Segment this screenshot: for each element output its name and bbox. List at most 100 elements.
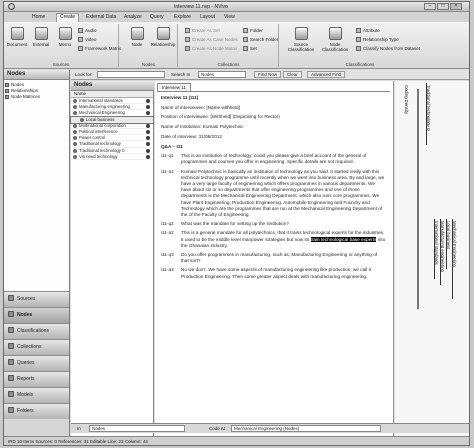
coded-marker-icon	[146, 148, 150, 153]
matrices-folder-icon	[5, 95, 9, 99]
coded-marker-icon	[146, 129, 150, 134]
audio-button[interactable]: Audio	[78, 27, 97, 34]
advanced-find-button[interactable]: Advanced Find	[307, 71, 346, 78]
tab-external-data[interactable]: External Data	[86, 14, 116, 20]
in-select[interactable]: Nodes	[89, 425, 185, 432]
qa-entry: i11-q3 Do you offer programmes in manufac…	[161, 252, 378, 264]
sources-icon	[8, 295, 14, 301]
nav-button-queries[interactable]: Queries	[4, 355, 69, 371]
qa-entry: i11-q1 This is an institution of technolo…	[161, 153, 367, 165]
interviewee-name: Name of interviewee: [Name withheld]	[161, 104, 240, 110]
qa-entry: i11-q2 What was the mandate for setting u…	[161, 221, 289, 227]
find-bar: Look for: Search In Nodes Find Now Clear…	[71, 70, 469, 80]
coded-marker-icon	[146, 136, 150, 141]
document-button[interactable]: Document	[6, 27, 28, 47]
classifications-icon	[8, 327, 14, 333]
set-icon	[243, 46, 248, 51]
relationship-type-icon	[356, 37, 361, 42]
nodes-folder-icon	[5, 83, 9, 87]
institution-name: Name of Institution: Kumasi Polytechnic	[161, 124, 244, 130]
set-button[interactable]: Set	[243, 45, 257, 52]
find-now-button[interactable]: Find Now	[254, 71, 282, 78]
external-icon	[34, 27, 48, 40]
classify-nodes-button[interactable]: Classify Nodes from Dataset	[356, 45, 420, 52]
coded-marker-icon	[146, 99, 150, 103]
create-as-set-button[interactable]: Create As Set	[185, 27, 220, 34]
tree-item-node-matrices[interactable]: Node Matrices	[5, 94, 68, 100]
nav-button-nodes[interactable]: Nodes	[4, 307, 69, 323]
interviewee-position: Position of interviewee: [Withheld] (Dep…	[161, 114, 280, 120]
nav-button-collections[interactable]: Collections	[4, 339, 69, 355]
node-matrix-icon	[185, 46, 190, 51]
nav-button-folders[interactable]: Folders	[4, 403, 69, 419]
application-menu-button[interactable]	[8, 3, 15, 10]
coding-stripe[interactable]	[426, 83, 427, 145]
minimize-button[interactable]: –	[424, 3, 436, 10]
node-icon	[73, 105, 77, 110]
video-button[interactable]: Video	[78, 36, 96, 43]
node-icon	[73, 154, 77, 159]
coding-stripes-pane: Coding Density Traditional technology 0 …	[395, 81, 469, 436]
coding-stripe[interactable]	[446, 219, 447, 269]
navigation-header: Nodes	[4, 70, 69, 80]
window-title: Interview 11.nvp - NVivo	[174, 4, 228, 10]
external-button[interactable]: External	[30, 27, 52, 47]
tab-query[interactable]: Query	[150, 14, 164, 20]
document-tab[interactable]: Interview 11	[157, 83, 191, 91]
tab-explore[interactable]: Explore	[174, 14, 191, 20]
navigation-pane: Nodes Nodes Relationships Node Matrices …	[4, 70, 70, 436]
tab-view[interactable]: View	[224, 14, 235, 20]
maximize-button[interactable]: □	[437, 3, 449, 10]
tab-analyze[interactable]: Analyze	[124, 14, 142, 20]
attribute-icon	[356, 28, 361, 33]
attribute-button[interactable]: Attribute	[356, 27, 380, 34]
node-classification-button[interactable]: Node Classification	[320, 27, 350, 52]
coded-marker-icon	[146, 142, 150, 147]
coding-stripe[interactable]	[452, 219, 453, 299]
tab-layout[interactable]: Layout	[200, 14, 215, 20]
selected-text-highlight[interactable]: train technological base experts	[310, 236, 377, 242]
nav-button-reports[interactable]: Reports	[4, 371, 69, 387]
case-nodes-icon	[185, 37, 190, 42]
nav-button-sources[interactable]: Sources	[4, 291, 69, 307]
folder-button[interactable]: Folder	[243, 27, 263, 34]
look-for-input[interactable]	[97, 71, 165, 78]
qa-entry: i11-a2 This is a general mandate for all …	[161, 230, 386, 248]
classifications-group: Source Classification Node Classificatio…	[280, 24, 440, 67]
nodes-list: International standards Manufacturing en…	[70, 98, 154, 160]
node-icon	[130, 27, 144, 40]
node-button[interactable]: Node	[126, 27, 148, 47]
list-item[interactable]: Vis need technology	[71, 154, 153, 160]
navigation-tree: Nodes Relationships Node Matrices	[4, 80, 69, 296]
document-content[interactable]: Interview 11 (I11) Name of interviewee: …	[157, 91, 390, 434]
nav-button-classifications[interactable]: Classifications	[4, 323, 69, 339]
status-bar: IRD 10 Items Sources: 0 References: 31 E…	[4, 436, 469, 445]
coded-marker-icon	[146, 105, 150, 110]
code-at-input[interactable]: Mechanical Engineering (Nodes)	[231, 425, 381, 432]
tab-home[interactable]: Home	[32, 14, 45, 20]
create-as-case-nodes-button[interactable]: Create As Case Nodes	[185, 36, 238, 43]
clear-button[interactable]: Clear	[283, 71, 302, 78]
name-column-header[interactable]: Name	[71, 91, 153, 98]
relationship-type-button[interactable]: Relationship Type	[356, 36, 399, 43]
source-classification-button[interactable]: Source Classification	[286, 27, 316, 52]
tab-create[interactable]: Create	[56, 13, 80, 22]
search-in-label: Search In	[171, 72, 191, 77]
coding-stripe[interactable]	[434, 219, 435, 279]
collections-icon	[8, 343, 14, 349]
qa-entry: i11-a1 Kumasi Polytechnic is basically an…	[161, 168, 385, 218]
coding-stripe[interactable]	[440, 219, 441, 285]
memo-button[interactable]: Memo	[54, 27, 76, 47]
relationship-icon	[156, 27, 170, 40]
reports-icon	[8, 375, 14, 381]
folders-icon	[8, 407, 14, 413]
relationship-button[interactable]: Relationship	[150, 27, 176, 47]
create-as-node-matrix-button[interactable]: Create As Node Matrix	[185, 45, 237, 52]
search-in-select[interactable]: Nodes	[198, 71, 246, 78]
node-icon	[73, 142, 77, 147]
close-button[interactable]: ×	[450, 3, 462, 10]
nav-button-models[interactable]: Models	[4, 387, 69, 403]
framework-matrix-button[interactable]: Framework Matrix	[78, 45, 121, 52]
navigation-buttons: Sources Nodes Classifications Collection…	[4, 291, 69, 419]
search-folder-button[interactable]: Search Folder	[243, 36, 278, 43]
